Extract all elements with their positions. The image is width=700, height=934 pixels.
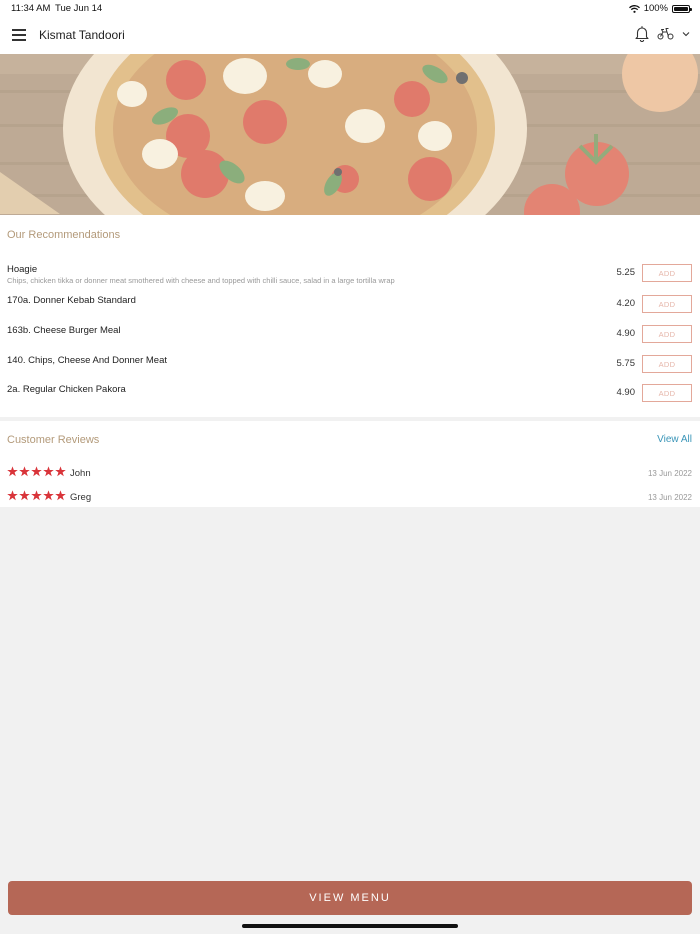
reviews-section: Customer Reviews View All John 13 Jun 20…	[0, 421, 700, 507]
status-right: 100%	[628, 3, 692, 14]
star-icon	[55, 490, 66, 501]
add-button[interactable]: ADD	[642, 355, 692, 373]
battery-icon	[672, 4, 692, 13]
add-button[interactable]: ADD	[642, 325, 692, 343]
list-item: 2a. Regular Chicken Pakora 4.90 ADD	[0, 384, 700, 414]
review-date: 13 Jun 2022	[647, 493, 692, 502]
reviewer-name: Greg	[70, 492, 92, 503]
star-icon	[31, 466, 42, 477]
item-name: 170a. Donner Kebab Standard	[7, 295, 136, 306]
battery-percent: 100%	[643, 3, 668, 14]
view-menu-button[interactable]: VIEW MENU	[8, 881, 692, 915]
add-button[interactable]: ADD	[642, 264, 692, 282]
star-icon	[7, 490, 18, 501]
list-item: 163b. Cheese Burger Meal 4.90 ADD	[0, 325, 700, 355]
star-icon	[55, 466, 66, 477]
wifi-icon	[628, 4, 640, 13]
list-item: 170a. Donner Kebab Standard 4.20 ADD	[0, 295, 700, 325]
status-bar: 11:34 AM Tue Jun 14 100%	[0, 0, 700, 16]
add-button[interactable]: ADD	[642, 384, 692, 402]
star-icon	[19, 490, 30, 501]
item-price: 5.25	[616, 267, 636, 278]
review-row: Greg 13 Jun 2022	[0, 490, 700, 506]
hero-banner	[0, 54, 700, 215]
reviews-title: Customer Reviews	[7, 434, 100, 446]
pizza-image	[0, 54, 700, 215]
item-name: Hoagie	[7, 264, 38, 275]
chevron-down-icon[interactable]	[682, 31, 690, 37]
item-name: 140. Chips, Cheese And Donner Meat	[7, 355, 168, 366]
list-item: 140. Chips, Cheese And Donner Meat 5.75 …	[0, 355, 700, 385]
recommendations-title: Our Recommendations	[7, 229, 121, 241]
review-date: 13 Jun 2022	[647, 469, 692, 478]
list-item: Hoagie Chips, chicken tikka or donner me…	[0, 264, 700, 294]
add-button[interactable]: ADD	[642, 295, 692, 313]
reviewer-name: John	[70, 468, 91, 479]
item-price: 4.90	[616, 328, 636, 339]
delivery-scooter-icon[interactable]	[657, 27, 674, 40]
star-rating	[7, 466, 66, 477]
header-actions	[635, 25, 690, 42]
item-price: 4.20	[616, 298, 636, 309]
star-icon	[19, 466, 30, 477]
star-rating	[7, 490, 66, 501]
bell-icon[interactable]	[635, 25, 649, 42]
item-price: 4.90	[616, 387, 636, 398]
star-icon	[43, 490, 54, 501]
item-name: 163b. Cheese Burger Meal	[7, 325, 121, 336]
star-icon	[7, 466, 18, 477]
status-date: Tue Jun 14	[55, 3, 103, 14]
menu-icon[interactable]	[12, 29, 26, 41]
item-price: 5.75	[616, 358, 636, 369]
home-indicator	[242, 924, 458, 928]
item-description: Chips, chicken tikka or donner meat smot…	[7, 276, 395, 285]
star-icon	[43, 466, 54, 477]
app-header: Kismat Tandoori	[0, 16, 700, 54]
item-name: 2a. Regular Chicken Pakora	[7, 384, 126, 395]
review-row: John 13 Jun 2022	[0, 466, 700, 482]
view-all-link[interactable]: View All	[657, 434, 692, 445]
star-icon	[31, 490, 42, 501]
recommendations-section: Our Recommendations Hoagie Chips, chicke…	[0, 215, 700, 417]
restaurant-name: Kismat Tandoori	[39, 28, 125, 42]
status-time: 11:34 AM	[11, 3, 51, 14]
